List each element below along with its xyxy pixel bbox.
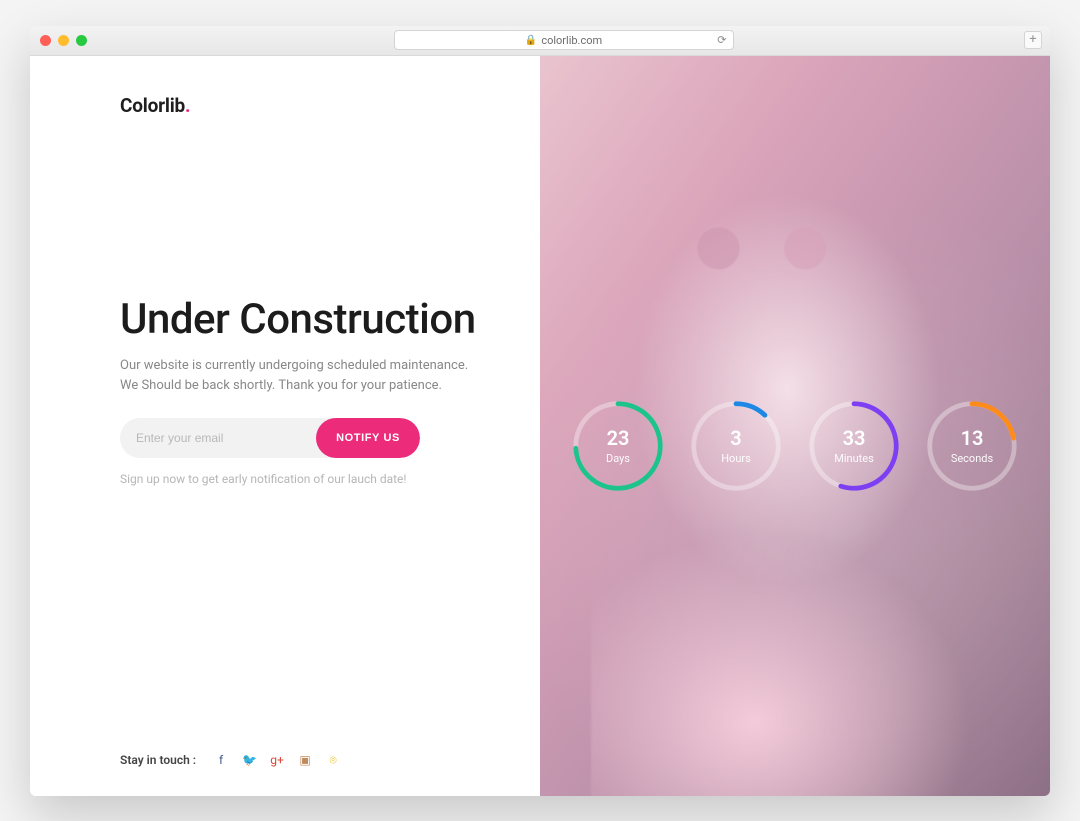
countdown-minutes: 33 Minutes: [806, 398, 902, 494]
maximize-window-button[interactable]: [76, 35, 87, 46]
countdown-minutes-unit: Minutes: [834, 452, 874, 465]
countdown-hours: 3 Hours: [688, 398, 784, 494]
instagram-icon[interactable]: ▣: [298, 753, 312, 767]
countdown: 23 Days 3 Hours 33: [540, 398, 1050, 494]
googleplus-icon[interactable]: g+: [270, 753, 284, 767]
countdown-seconds-unit: Seconds: [951, 452, 993, 465]
window-controls: [40, 35, 87, 46]
brand-logo[interactable]: Colorlib.: [120, 94, 500, 117]
page-viewport: Colorlib. Under Construction Our website…: [30, 56, 1050, 796]
social-bar: Stay in touch : f 🐦 g+ ▣ ⌾: [120, 753, 340, 768]
pinterest-icon[interactable]: ⌾: [326, 753, 340, 768]
hero-image: 23 Days 3 Hours 33: [540, 56, 1050, 796]
hero-content: Under Construction Our website is curren…: [120, 297, 500, 487]
page-title: Under Construction: [120, 297, 500, 342]
countdown-hours-unit: Hours: [721, 452, 751, 465]
facebook-icon[interactable]: f: [214, 753, 228, 767]
new-tab-button[interactable]: +: [1024, 31, 1042, 49]
browser-window: 🔒 colorlib.com ⟳ + Colorlib. Under Const…: [30, 26, 1050, 796]
page-subtitle: Our website is currently undergoing sche…: [120, 356, 480, 396]
address-bar-text: colorlib.com: [541, 34, 602, 47]
browser-toolbar: 🔒 colorlib.com ⟳ +: [30, 26, 1050, 56]
brand-name: Colorlib: [120, 94, 185, 117]
email-input[interactable]: [120, 418, 316, 458]
countdown-days: 23 Days: [570, 398, 666, 494]
close-window-button[interactable]: [40, 35, 51, 46]
address-bar[interactable]: 🔒 colorlib.com ⟳: [394, 30, 734, 50]
left-panel: Colorlib. Under Construction Our website…: [30, 56, 540, 796]
lock-icon: 🔒: [525, 35, 537, 46]
form-hint: Sign up now to get early notification of…: [120, 472, 500, 486]
social-label: Stay in touch :: [120, 753, 196, 767]
countdown-seconds: 13 Seconds: [924, 398, 1020, 494]
notify-button[interactable]: NOTIFY US: [316, 418, 420, 458]
brand-accent-dot: .: [185, 94, 190, 117]
twitter-icon[interactable]: 🐦: [242, 753, 256, 767]
notify-form: NOTIFY US: [120, 418, 420, 458]
countdown-days-unit: Days: [606, 452, 630, 465]
reload-icon[interactable]: ⟳: [717, 34, 726, 47]
minimize-window-button[interactable]: [58, 35, 69, 46]
